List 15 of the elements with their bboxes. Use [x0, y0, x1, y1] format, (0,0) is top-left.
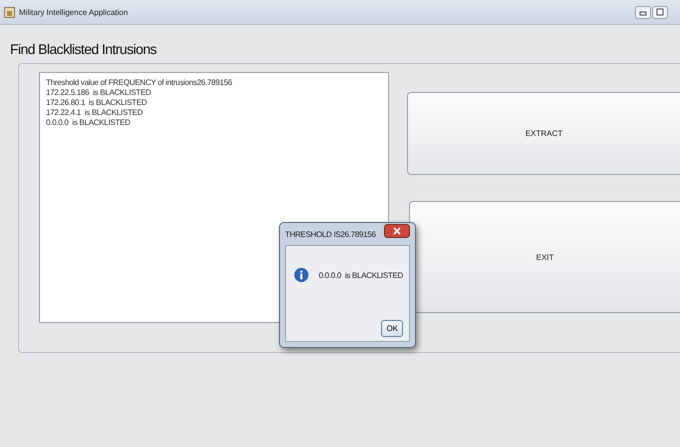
- close-icon[interactable]: [384, 224, 410, 238]
- window-title: Military Intelligence Application: [19, 8, 129, 16]
- action-button[interactable]: EXTRACT: [407, 92, 680, 175]
- output-line: 172.22.5.186 is BLACKLISTED: [46, 88, 152, 98]
- app-icon: [4, 6, 15, 18]
- page-heading: Find Blacklisted Intrusions: [10, 40, 158, 59]
- output-line: 172.22.4.1 is BLACKLISTED: [46, 108, 144, 118]
- dialog-title: THRESHOLD IS26.789156: [285, 230, 376, 238]
- output-line: Threshold value of FREQUENCY of intrusions26.789156: [46, 78, 233, 88]
- action-button[interactable]: EXIT: [409, 201, 680, 313]
- maximize-icon[interactable]: [652, 6, 668, 18]
- output-line: 172.26.80.1 is BLACKLISTED: [46, 98, 148, 108]
- ok-button[interactable]: OK: [381, 320, 403, 337]
- output-line: 0.0.0.0 is BLACKLISTED: [46, 118, 132, 128]
- minimize-icon[interactable]: [635, 6, 651, 18]
